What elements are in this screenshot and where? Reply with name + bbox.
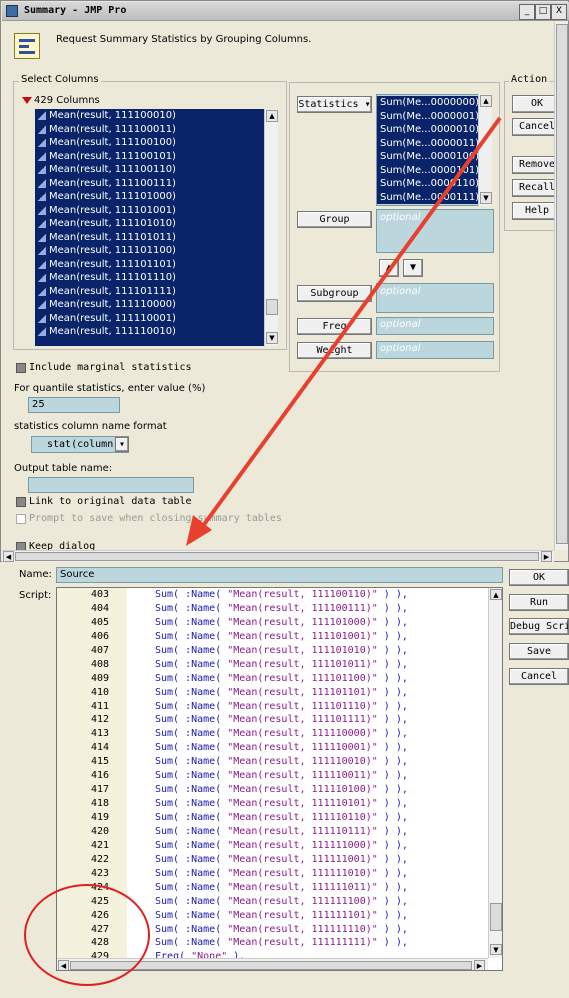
annotation-circle (24, 884, 150, 986)
annotation-arrow-line (198, 116, 502, 532)
annotation-overlay (24, 116, 502, 986)
